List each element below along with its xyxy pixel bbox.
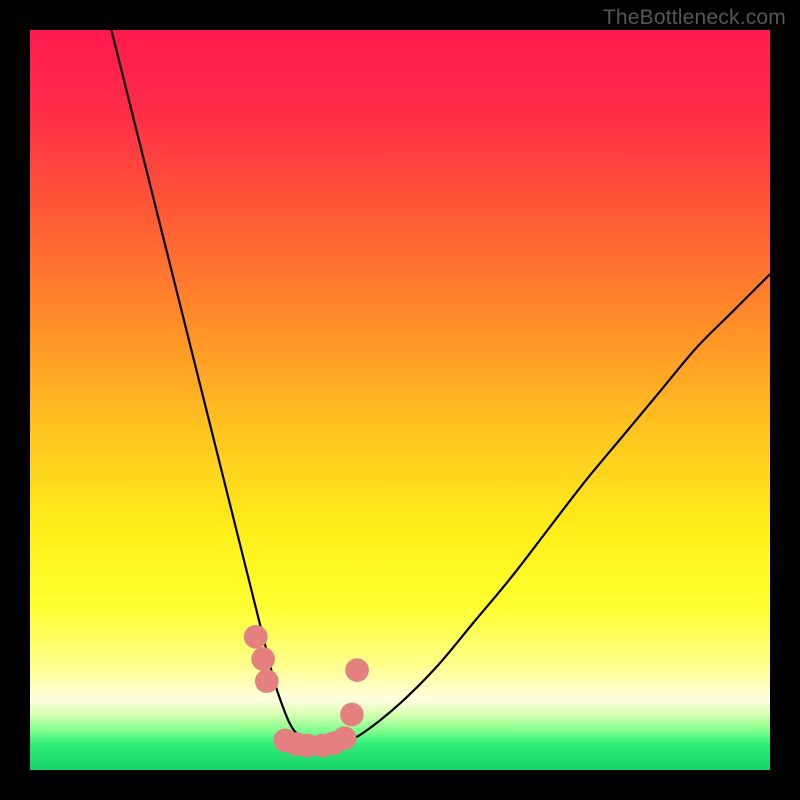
chart-frame: TheBottleneck.com <box>0 0 800 800</box>
curve-marker <box>340 703 364 727</box>
curve-marker <box>251 647 275 671</box>
plot-area <box>30 30 770 770</box>
curve-markers <box>244 625 369 757</box>
curve-marker <box>333 726 357 750</box>
curve-marker <box>255 669 279 693</box>
chart-overlay <box>30 30 770 770</box>
curve-marker <box>345 658 369 682</box>
bottleneck-curve <box>111 30 770 748</box>
curve-marker <box>244 625 268 649</box>
watermark-text: TheBottleneck.com <box>603 6 786 30</box>
